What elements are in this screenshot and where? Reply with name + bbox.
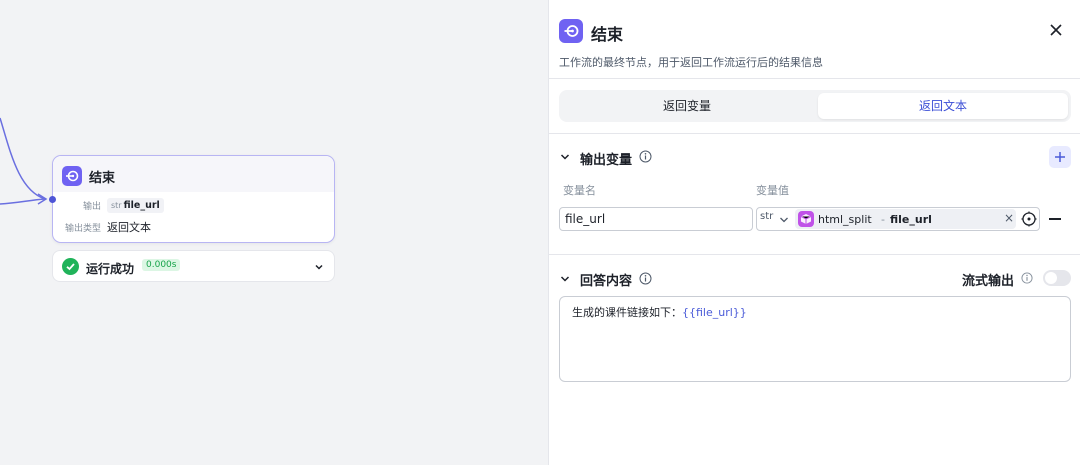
workflow-canvas[interactable]: 结束 输出 str file_url 输出类型 返回文本 运行成功 0.000s — [0, 0, 548, 465]
stream-output-toggle[interactable] — [1043, 270, 1071, 286]
output-type-value: 返回文本 — [107, 221, 151, 234]
remove-variable-button[interactable] — [1049, 218, 1061, 220]
output-section-title: 输出变量 — [580, 153, 633, 168]
check-circle-icon — [62, 258, 79, 275]
answer-variable-token: {{file_url}} — [682, 306, 747, 319]
edge-arrow-head — [37, 193, 48, 205]
node-output-row: 输出 str file_url — [53, 198, 164, 213]
panel-description: 工作流的最终节点，用于返回工作流运行后的结果信息 — [559, 56, 823, 69]
target-icon[interactable] — [1021, 211, 1037, 227]
answer-content-editor[interactable]: 生成的课件链接如下：{{file_url}} — [559, 296, 1071, 382]
output-var-type: str — [111, 201, 122, 210]
section-divider — [549, 254, 1080, 255]
chevron-down-icon — [780, 217, 788, 223]
run-time-badge: 0.000s — [142, 259, 181, 271]
chip-separator: - — [881, 213, 885, 226]
clear-icon[interactable]: × — [1004, 211, 1014, 225]
node-config-panel: 结束 工作流的最终节点，用于返回工作流运行后的结果信息 返回变量 返回文本 输出… — [548, 0, 1080, 465]
toggle-knob — [1045, 272, 1057, 284]
run-status-text: 运行成功 — [86, 262, 135, 276]
value-type-select[interactable]: str — [760, 211, 773, 222]
node-title: 结束 — [89, 171, 116, 186]
output-label: 输出 — [82, 202, 101, 212]
add-variable-button[interactable] — [1049, 146, 1071, 168]
edge-curve-upper — [0, 117, 46, 200]
chevron-down-icon[interactable] — [559, 273, 571, 285]
variable-reference-chip[interactable]: html_split - file_url × — [795, 209, 1016, 229]
node-header: 结束 — [53, 156, 334, 192]
edge-curve-lower — [0, 198, 46, 205]
header-divider — [549, 78, 1080, 79]
node-output-type-row: 输出类型 返回文本 — [53, 219, 151, 235]
answer-section-title: 回答内容 — [580, 274, 633, 289]
node-input-handle[interactable] — [49, 196, 56, 203]
plus-icon — [1055, 152, 1065, 162]
chip-source-var: file_url — [890, 213, 932, 226]
output-var-pill: str file_url — [107, 198, 164, 213]
tabs-divider — [549, 133, 1080, 134]
chevron-down-icon[interactable] — [559, 151, 571, 163]
col-label-name: 变量名 — [563, 184, 596, 197]
output-type-label: 输出类型 — [64, 223, 101, 234]
run-status-bar[interactable]: 运行成功 0.000s — [52, 250, 335, 282]
end-node-card[interactable]: 结束 输出 str file_url 输出类型 返回文本 — [52, 155, 335, 243]
col-label-value: 变量值 — [756, 184, 789, 197]
cube-icon — [798, 211, 814, 227]
return-mode-tabs: 返回变量 返回文本 — [559, 90, 1071, 122]
end-node-icon — [559, 19, 583, 43]
tab-return-text[interactable]: 返回文本 — [818, 93, 1068, 119]
tab-return-variables[interactable]: 返回变量 — [562, 93, 812, 119]
chip-source-node: html_split — [818, 213, 872, 226]
end-node-icon — [62, 166, 82, 186]
panel-title: 结束 — [591, 25, 624, 44]
info-icon[interactable] — [639, 150, 652, 163]
stream-output-label: 流式输出 — [962, 274, 1015, 289]
info-icon[interactable] — [639, 272, 652, 285]
variable-value-selector[interactable]: str html_split - file_url × — [756, 207, 1040, 231]
variable-name-input[interactable] — [559, 207, 753, 231]
chevron-down-icon[interactable] — [313, 261, 325, 273]
info-icon[interactable] — [1021, 272, 1033, 284]
close-icon[interactable] — [1048, 22, 1064, 38]
answer-text: 生成的课件链接如下： — [572, 306, 682, 319]
output-var-name: file_url — [123, 200, 160, 211]
